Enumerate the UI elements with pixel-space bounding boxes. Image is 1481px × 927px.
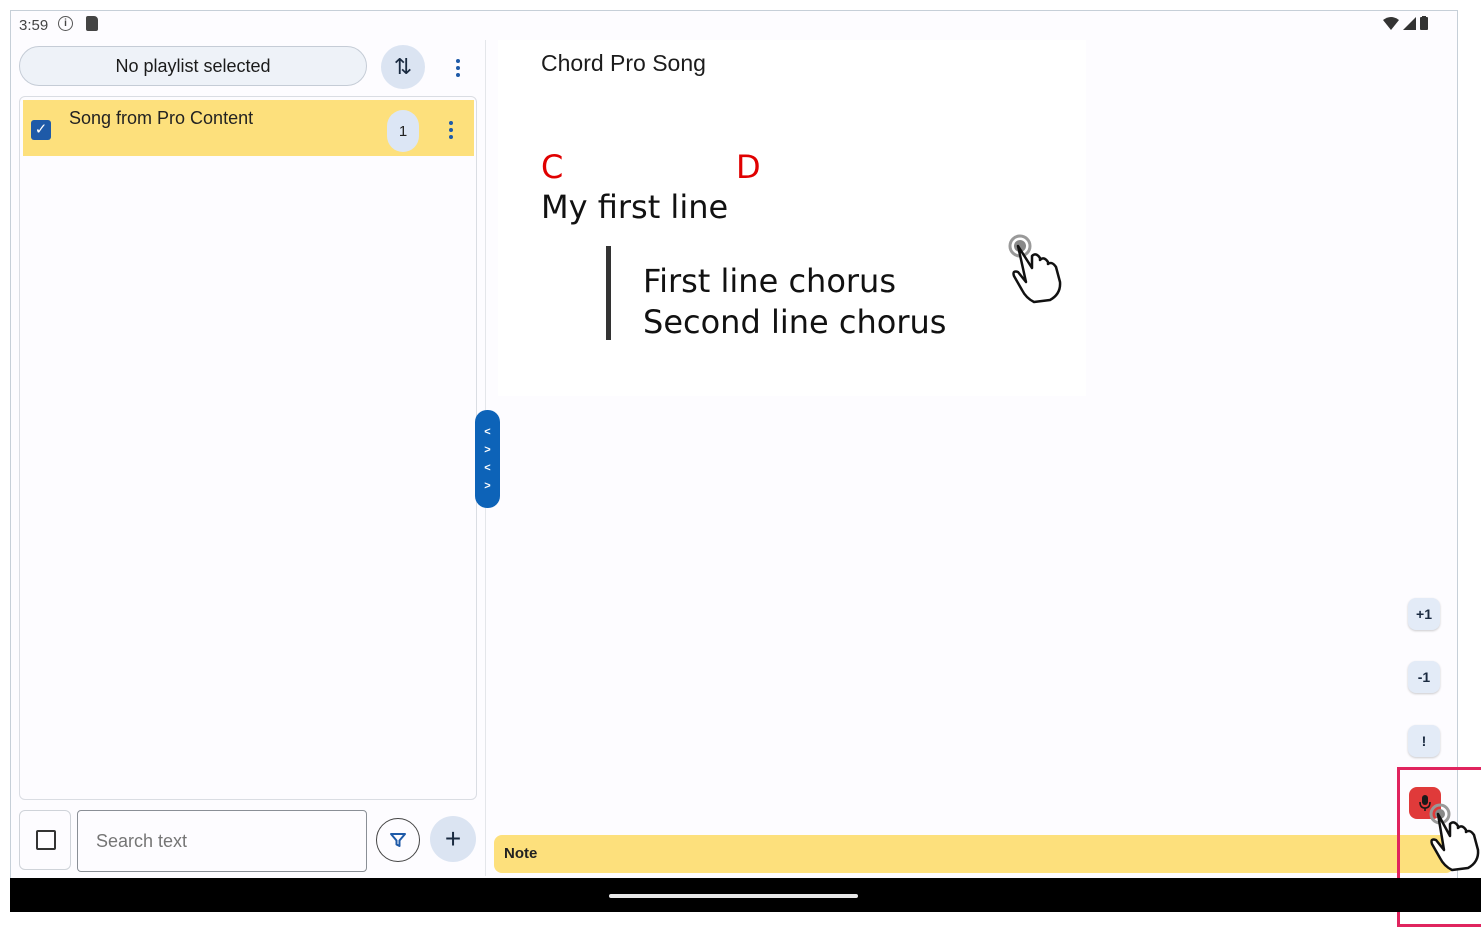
wifi-icon (1383, 16, 1399, 30)
panel-resize-handle[interactable]: < > < > (475, 410, 500, 508)
add-song-button[interactable]: + (430, 816, 476, 862)
sd-card-icon (86, 16, 98, 31)
lyric-line: My first line (541, 188, 729, 226)
add-icon: + (444, 823, 462, 854)
song-count-badge[interactable]: 1 (387, 110, 419, 152)
chord-c: C (541, 148, 564, 186)
song-list-panel: No playlist selected ⇅ ✓ Song from Pro C… (17, 40, 485, 876)
home-gesture-bar[interactable] (609, 894, 858, 898)
chorus-line-2: Second line chorus (643, 303, 947, 341)
song-list[interactable]: ✓ Song from Pro Content 1 (19, 96, 477, 800)
tap-hand-icon (1008, 234, 1062, 304)
chorus-line-1: First line chorus (643, 262, 896, 300)
status-bar: 3:59 i (10, 10, 1458, 40)
transpose-down-button[interactable]: -1 (1408, 661, 1440, 693)
sort-button[interactable]: ⇅ (381, 45, 425, 89)
status-time: 3:59 (19, 17, 49, 34)
transpose-up-button[interactable]: +1 (1408, 598, 1440, 630)
song-view[interactable]: Chord Pro Song C D My first line First l… (498, 40, 1086, 396)
more-vert-icon[interactable] (448, 121, 454, 139)
signal-icon (1403, 16, 1416, 30)
alert-button[interactable]: ! (1408, 725, 1440, 757)
sort-icon: ⇅ (393, 54, 413, 79)
chord-d: D (736, 148, 761, 186)
chevron-right-icon: > (484, 444, 491, 456)
note-bar[interactable]: Note (494, 835, 1454, 873)
more-vert-icon[interactable] (455, 59, 461, 77)
battery-icon (1420, 16, 1428, 30)
select-all-checkbox[interactable] (19, 810, 71, 870)
chorus-marker (606, 246, 611, 340)
song-title: Song from Pro Content (69, 108, 254, 128)
song-heading: Chord Pro Song (541, 50, 706, 76)
system-nav-bar (10, 878, 1481, 912)
chevron-right-icon: > (484, 480, 491, 492)
status-indicators (1383, 16, 1428, 30)
chevron-left-icon: < (484, 426, 491, 438)
search-input[interactable] (77, 810, 367, 872)
info-icon: i (58, 16, 73, 31)
search-toolbar: + (17, 810, 485, 872)
filter-button[interactable] (376, 818, 420, 862)
check-icon[interactable]: ✓ (31, 120, 51, 140)
chevron-left-icon: < (484, 462, 491, 474)
filter-icon (390, 833, 406, 847)
playlist-selector-button[interactable]: No playlist selected (19, 46, 367, 86)
list-item[interactable]: ✓ Song from Pro Content 1 (23, 100, 474, 156)
